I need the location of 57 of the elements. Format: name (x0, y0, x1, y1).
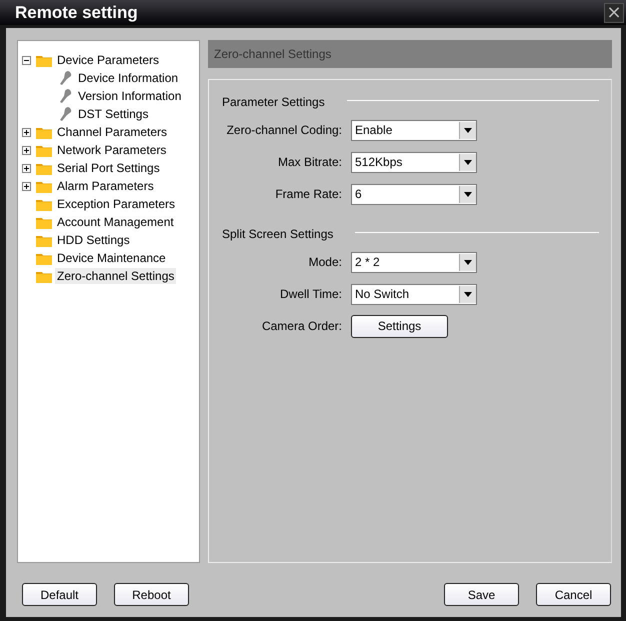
dropdown[interactable]: 512Kbps (351, 152, 477, 172)
folder-icon (36, 126, 52, 138)
expand-icon[interactable] (22, 182, 31, 190)
section-title: Split Screen Settings (222, 227, 334, 241)
folder-icon (36, 180, 52, 192)
expand-icon[interactable] (22, 146, 31, 154)
tree-item[interactable]: Version Information (76, 88, 184, 104)
tree-item[interactable]: Alarm Parameters (55, 178, 156, 194)
tree-item[interactable]: Network Parameters (55, 142, 168, 158)
tree-item[interactable]: Device Information (76, 70, 180, 86)
folder-icon (36, 162, 52, 174)
expand-icon[interactable] (22, 128, 31, 136)
folder-icon (36, 144, 52, 156)
field-label: Dwell Time: (278, 287, 342, 301)
field-label: Camera Order: (260, 319, 342, 333)
tree-item[interactable]: Serial Port Settings (55, 160, 162, 176)
folder-icon (36, 234, 52, 246)
settings-button[interactable]: Settings (351, 314, 448, 338)
wrench-icon (59, 88, 73, 104)
dropdown[interactable]: Enable (351, 120, 477, 140)
field-label: Mode: (308, 255, 342, 269)
section-title: Parameter Settings (222, 95, 325, 109)
footer-button[interactable]: Cancel (536, 583, 611, 606)
footer-button[interactable]: Default (22, 583, 97, 606)
dropdown[interactable]: 2 * 2 (351, 252, 477, 272)
dropdown-arrow-icon (464, 260, 472, 264)
dropdown-arrow-icon (464, 192, 472, 196)
tree-item[interactable]: Device Parameters (55, 52, 162, 68)
footer-button[interactable]: Save (444, 583, 519, 606)
dropdown-arrow-icon (464, 160, 472, 164)
field-label: Zero-channel Coding: (226, 123, 342, 137)
folder-icon (36, 252, 52, 264)
field-label: Frame Rate: (274, 187, 342, 201)
dropdown-arrow-icon (464, 128, 472, 132)
close-button[interactable]: × (604, 2, 624, 22)
tree-item[interactable]: Account Management (55, 214, 176, 230)
folder-icon (36, 198, 52, 210)
tree-item[interactable]: Exception Parameters (55, 196, 178, 212)
footer-button[interactable]: Reboot (114, 583, 189, 606)
panel-title: Zero-channel Settings (214, 47, 332, 61)
folder-icon (36, 54, 52, 66)
wrench-icon (59, 70, 73, 86)
dropdown-arrow-icon (464, 292, 472, 296)
folder-icon (36, 270, 52, 282)
window-title: Remote setting (15, 2, 138, 22)
folder-icon (36, 216, 52, 228)
tree-item[interactable]: HDD Settings (55, 232, 132, 248)
tree-item[interactable]: DST Settings (76, 106, 150, 122)
tree-item[interactable]: Device Maintenance (55, 250, 168, 266)
expand-icon[interactable] (22, 164, 31, 172)
dropdown[interactable]: No Switch (351, 284, 477, 304)
dropdown[interactable]: 6 (351, 184, 477, 204)
wrench-icon (59, 106, 73, 122)
field-label: Max Bitrate: (276, 155, 342, 169)
collapse-icon[interactable] (22, 56, 31, 64)
tree-item[interactable]: Zero-channel Settings (55, 268, 176, 284)
tree-item[interactable]: Channel Parameters (55, 124, 170, 140)
